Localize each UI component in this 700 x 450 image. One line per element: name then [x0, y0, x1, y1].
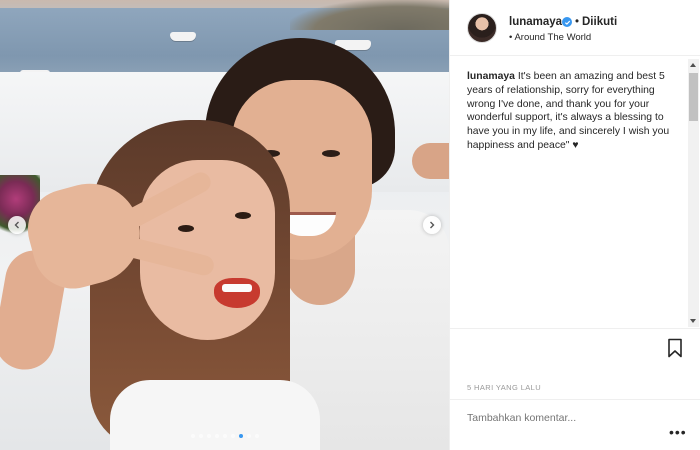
- carousel-dot: [246, 434, 251, 438]
- caption-username[interactable]: lunamaya: [467, 71, 515, 82]
- scrollbar-thumb[interactable]: [689, 73, 698, 121]
- scroll-down-icon[interactable]: [690, 319, 696, 323]
- username-link[interactable]: lunamaya: [509, 16, 562, 28]
- more-options-icon[interactable]: •••: [669, 424, 687, 440]
- photo-woman-teeth: [222, 284, 252, 292]
- location-separator: •: [509, 32, 513, 43]
- follow-status-button[interactable]: Diikuti: [582, 16, 617, 28]
- carousel-dot: [230, 434, 235, 438]
- carousel-dot: [222, 434, 227, 438]
- carousel-dot: [214, 434, 219, 438]
- photo-woman-shirt: [110, 380, 320, 450]
- avatar[interactable]: [467, 13, 497, 43]
- verified-badge-icon: [562, 17, 572, 27]
- photo-hill: [290, 0, 449, 30]
- photo-woman-eye: [235, 212, 251, 219]
- carousel-prev-button[interactable]: [8, 216, 26, 234]
- post-caption: lunamaya It's been an amazing and best 5…: [467, 70, 682, 153]
- location-text: Around The World: [514, 32, 592, 43]
- post-header: lunamaya • Diikuti • Around The World: [450, 0, 700, 56]
- scroll-up-icon[interactable]: [690, 63, 696, 67]
- post-timestamp: 5 HARI YANG LALU: [467, 383, 542, 392]
- chevron-right-icon: [430, 221, 435, 229]
- bookmark-icon[interactable]: [667, 338, 683, 358]
- post-sidebar: lunamaya • Diikuti • Around The World lu…: [449, 0, 700, 450]
- carousel-dot: [206, 434, 211, 438]
- photo-man-hand: [412, 143, 449, 179]
- carousel-dot: [190, 434, 195, 438]
- location-link[interactable]: • Around The World: [509, 32, 591, 43]
- comments-scrollbar[interactable]: [688, 59, 699, 327]
- photo-boat: [170, 32, 196, 41]
- post-photo[interactable]: [0, 0, 449, 450]
- photo-woman-lips: [214, 278, 260, 308]
- photo-woman-eye: [178, 225, 194, 232]
- photo-man-eye: [322, 150, 340, 157]
- comment-input[interactable]: [467, 412, 657, 424]
- carousel-dot-active: [238, 434, 243, 438]
- carousel-dot: [198, 434, 203, 438]
- header-separator: •: [575, 16, 580, 28]
- chevron-left-icon: [14, 221, 19, 229]
- carousel-next-button[interactable]: [423, 216, 441, 234]
- caption-text: It's been an amazing and best 5 years of…: [467, 71, 670, 151]
- carousel-dot: [254, 434, 259, 438]
- carousel-indicator: [0, 434, 449, 438]
- comment-bar: •••: [450, 399, 700, 450]
- comments-area[interactable]: lunamaya It's been an amazing and best 5…: [450, 57, 700, 329]
